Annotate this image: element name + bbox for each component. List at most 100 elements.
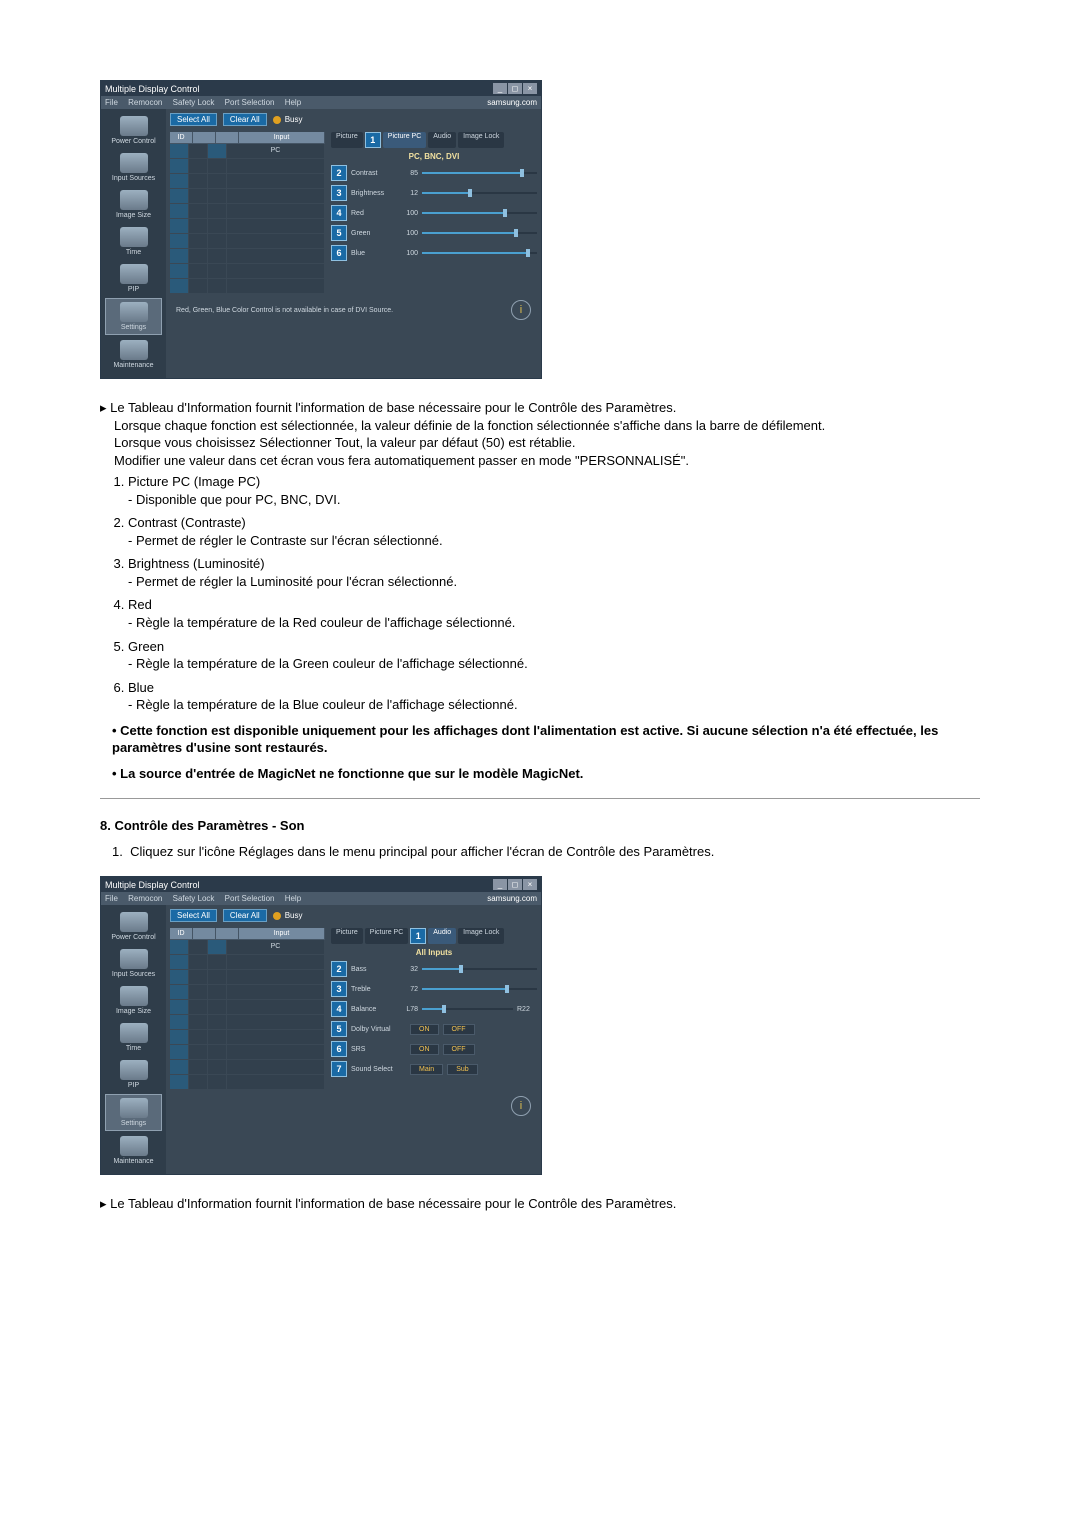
grid-row[interactable] — [170, 1075, 325, 1090]
inputs-icon — [120, 949, 148, 969]
grid-row[interactable] — [170, 985, 325, 1000]
srs-on-button[interactable]: ON — [410, 1044, 439, 1055]
panel-subtitle: All Inputs — [331, 948, 537, 957]
slider-green[interactable]: 5 Green 100 — [331, 225, 537, 241]
sidebar-time[interactable]: Time — [106, 1020, 161, 1055]
menu-safety-lock[interactable]: Safety Lock — [173, 894, 215, 903]
display-grid: ID Input PC — [170, 132, 325, 294]
minimize-button[interactable]: _ — [493, 83, 507, 94]
badge-5: 5 — [331, 225, 347, 241]
menu-help[interactable]: Help — [285, 894, 301, 903]
info-icon[interactable]: i — [511, 1096, 531, 1116]
menu-remocon[interactable]: Remocon — [128, 98, 162, 107]
badge-7: 7 — [331, 1061, 347, 1077]
power-icon — [120, 912, 148, 932]
row-sound-select: 7 Sound Select Main Sub — [331, 1061, 537, 1077]
sidebar-time[interactable]: Time — [106, 224, 161, 259]
grid-row[interactable] — [170, 249, 325, 264]
srs-off-button[interactable]: OFF — [443, 1044, 475, 1055]
menu-file[interactable]: File — [105, 894, 118, 903]
tab-image-lock[interactable]: Image Lock — [458, 132, 504, 148]
sound-sub-button[interactable]: Sub — [447, 1064, 477, 1075]
sidebar-input-sources[interactable]: Input Sources — [106, 946, 161, 981]
grid-row[interactable] — [170, 264, 325, 279]
grid-row[interactable] — [170, 1000, 325, 1015]
sidebar-maintenance[interactable]: Maintenance — [106, 337, 161, 372]
slider-bass[interactable]: 2 Bass 32 — [331, 961, 537, 977]
menu-safety-lock[interactable]: Safety Lock — [173, 98, 215, 107]
sidebar-pip[interactable]: PIP — [106, 261, 161, 296]
sidebar-maintenance[interactable]: Maintenance — [106, 1133, 161, 1168]
sidebar-image-size[interactable]: Image Size — [106, 983, 161, 1018]
grid-row[interactable] — [170, 1045, 325, 1060]
slider-contrast[interactable]: 2 Contrast 85 — [331, 165, 537, 181]
tab-audio[interactable]: Audio — [428, 132, 456, 148]
clear-all-button[interactable]: Clear All — [223, 909, 267, 922]
menu-port-selection[interactable]: Port Selection — [225, 894, 275, 903]
app-window-picture: Multiple Display Control _ ◻ × File Remo… — [100, 80, 542, 379]
tab-audio[interactable]: Audio — [428, 928, 456, 944]
sidebar-pip[interactable]: PIP — [106, 1057, 161, 1092]
slider-blue[interactable]: 6 Blue 100 — [331, 245, 537, 261]
slider-brightness[interactable]: 3 Brightness 12 — [331, 185, 537, 201]
tab-picture[interactable]: Picture — [331, 132, 363, 148]
grid-row[interactable] — [170, 174, 325, 189]
sidebar-settings[interactable]: Settings — [105, 298, 162, 335]
tab-picture-pc[interactable]: Picture PC — [365, 928, 408, 944]
tab-picture-pc[interactable]: Picture PC — [383, 132, 426, 148]
select-all-button[interactable]: Select All — [170, 909, 217, 922]
badge-1: 1 — [365, 132, 381, 148]
grid-header-c — [216, 132, 239, 143]
info-icon[interactable]: i — [511, 300, 531, 320]
sidebar-power-control[interactable]: Power Control — [106, 113, 161, 148]
sidebar-image-size[interactable]: Image Size — [106, 187, 161, 222]
maximize-button[interactable]: ◻ — [508, 879, 522, 890]
grid-row[interactable] — [170, 1030, 325, 1045]
busy-dot-icon — [273, 116, 281, 124]
sidebar-power-control[interactable]: Power Control — [106, 909, 161, 944]
maximize-button[interactable]: ◻ — [508, 83, 522, 94]
grid-row[interactable]: PC — [170, 940, 325, 955]
grid-row[interactable] — [170, 1015, 325, 1030]
sidebar: Power Control Input Sources Image Size T… — [101, 905, 166, 1174]
dolby-on-button[interactable]: ON — [410, 1024, 439, 1035]
slider-balance[interactable]: 4 Balance L78 R22 — [331, 1001, 537, 1017]
slider-treble[interactable]: 3 Treble 72 — [331, 981, 537, 997]
tab-picture[interactable]: Picture — [331, 928, 363, 944]
grid-row[interactable] — [170, 279, 325, 294]
busy-indicator: Busy — [273, 911, 303, 920]
grid-row[interactable] — [170, 955, 325, 970]
dolby-off-button[interactable]: OFF — [443, 1024, 475, 1035]
grid-row[interactable] — [170, 234, 325, 249]
clear-all-button[interactable]: Clear All — [223, 113, 267, 126]
grid-row[interactable] — [170, 159, 325, 174]
brand-link[interactable]: samsung.com — [487, 98, 537, 107]
grid-header-b — [193, 928, 216, 939]
display-grid: ID Input PC — [170, 928, 325, 1090]
close-button[interactable]: × — [523, 879, 537, 890]
menu-file[interactable]: File — [105, 98, 118, 107]
grid-header-input: Input — [239, 132, 325, 143]
slider-red[interactable]: 4 Red 100 — [331, 205, 537, 221]
grid-row[interactable] — [170, 219, 325, 234]
sidebar-settings[interactable]: Settings — [105, 1094, 162, 1131]
sidebar-input-sources[interactable]: Input Sources — [106, 150, 161, 185]
menu-help[interactable]: Help — [285, 98, 301, 107]
close-button[interactable]: × — [523, 83, 537, 94]
grid-row[interactable]: PC — [170, 144, 325, 159]
badge-3: 3 — [331, 185, 347, 201]
grid-row[interactable] — [170, 1060, 325, 1075]
inputs-icon — [120, 153, 148, 173]
select-all-button[interactable]: Select All — [170, 113, 217, 126]
menu-port-selection[interactable]: Port Selection — [225, 98, 275, 107]
tab-image-lock[interactable]: Image Lock — [458, 928, 504, 944]
grid-row[interactable] — [170, 970, 325, 985]
grid-row[interactable] — [170, 189, 325, 204]
minimize-button[interactable]: _ — [493, 879, 507, 890]
menu-remocon[interactable]: Remocon — [128, 894, 162, 903]
grid-row[interactable] — [170, 204, 325, 219]
brand-link[interactable]: samsung.com — [487, 894, 537, 903]
settings-icon — [120, 1098, 148, 1118]
image-size-icon — [120, 190, 148, 210]
sound-main-button[interactable]: Main — [410, 1064, 443, 1075]
